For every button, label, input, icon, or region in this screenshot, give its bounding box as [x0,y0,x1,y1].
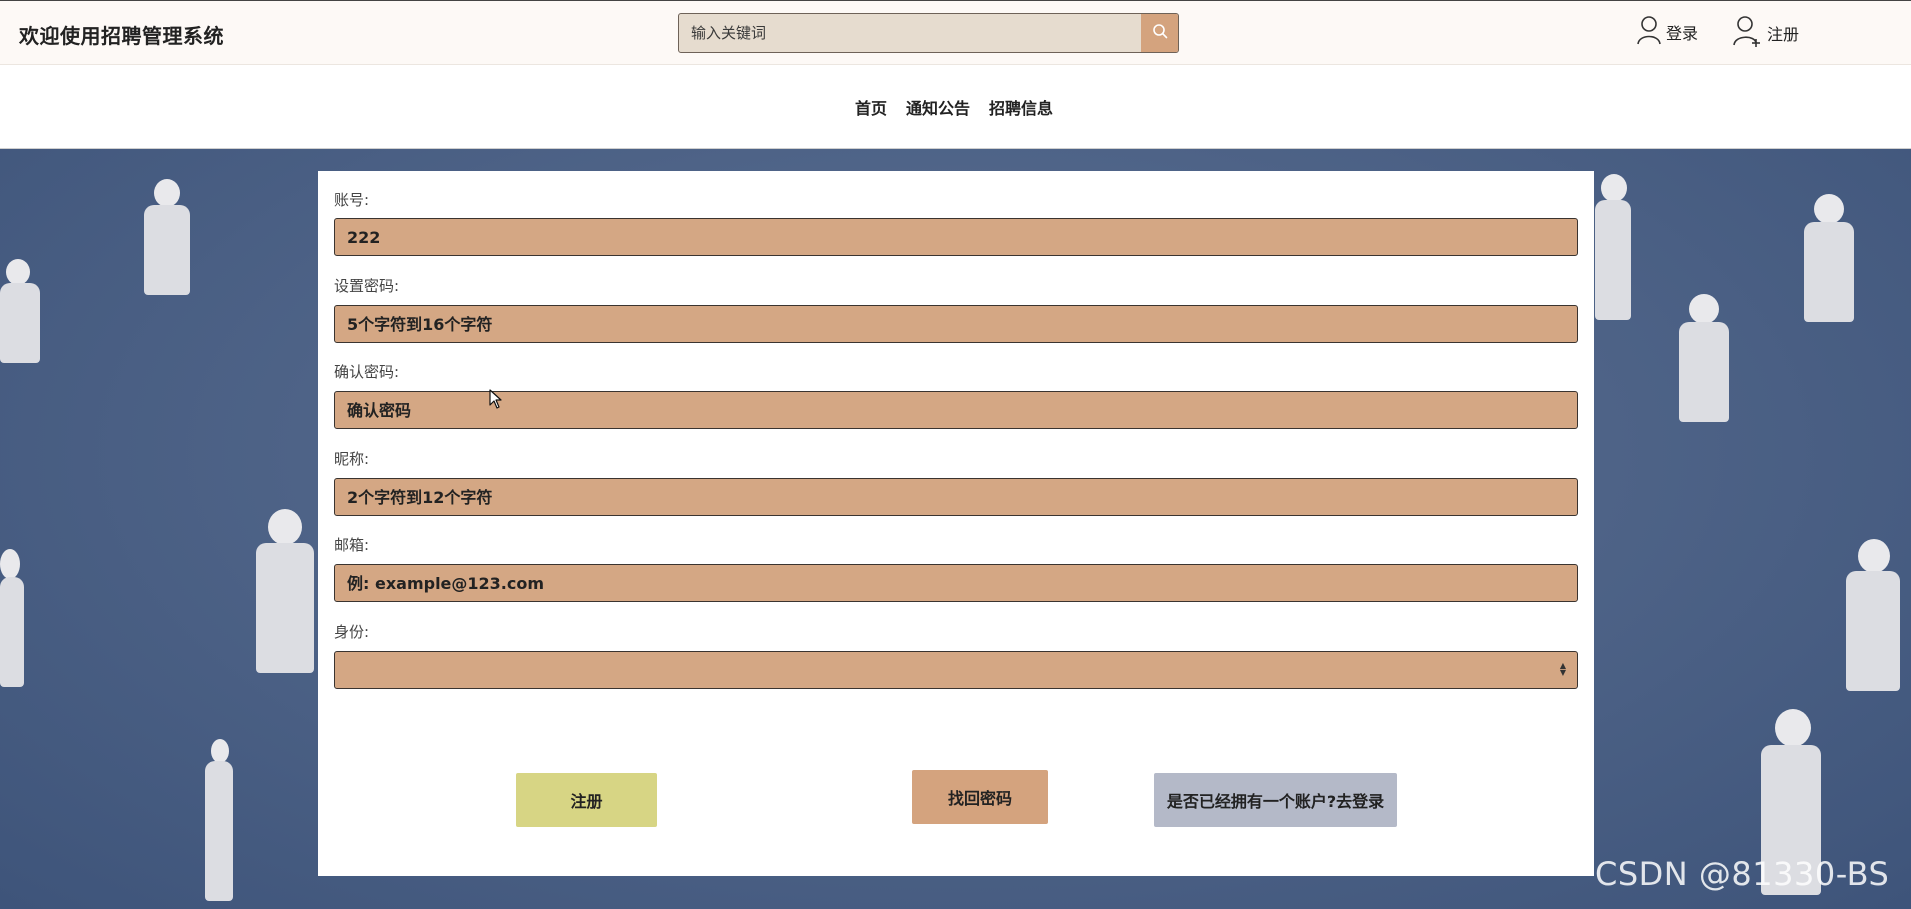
account-input[interactable] [334,218,1578,256]
nickname-label: 昵称: [334,450,370,468]
identity-select[interactable] [334,651,1578,689]
confirm-password-input[interactable] [334,391,1578,429]
register-button[interactable]: 注册 [516,773,657,827]
nickname-input[interactable] [334,478,1578,516]
search-input[interactable] [679,14,1142,52]
site-title: 欢迎使用招聘管理系统 [19,24,224,48]
goto-login-button[interactable]: 是否已经拥有一个账户?去登录 [1154,773,1397,827]
search-icon [1152,23,1168,43]
register-link[interactable]: 注册 [1733,15,1799,51]
nav-item-notices[interactable]: 通知公告 [906,95,970,119]
register-label: 注册 [1767,25,1800,44]
password-input[interactable] [334,305,1578,343]
confirm-password-label: 确认密码: [334,363,400,381]
nav-item-jobs[interactable]: 招聘信息 [989,95,1053,119]
add-user-icon [1733,15,1763,51]
account-label: 账号: [334,191,370,209]
password-label: 设置密码: [334,277,400,295]
email-input[interactable] [334,564,1578,602]
email-label: 邮箱: [334,536,370,554]
main-nav: 首页 通知公告 招聘信息 [0,65,1911,149]
login-link[interactable]: 登录 [1636,15,1698,49]
nav-items: 首页 通知公告 招聘信息 [855,95,1053,119]
search-button[interactable] [1141,14,1178,52]
top-header: 欢迎使用招聘管理系统 登录 [0,0,1911,65]
search-box [678,13,1179,53]
identity-select-wrap: ▲ ▼ [334,651,1578,689]
login-label: 登录 [1666,24,1699,43]
recover-password-button[interactable]: 找回密码 [912,770,1048,824]
identity-label: 身份: [334,623,370,641]
mouse-cursor-icon [489,389,503,413]
register-form: 账号: 设置密码: 确认密码: 昵称: 邮箱: 身份: ▲▼ 注册 找回密码 是… [318,171,1594,876]
watermark: CSDN @81330-BS [1595,855,1890,893]
app-root: 欢迎使用招聘管理系统 登录 [0,0,1911,909]
nav-item-home[interactable]: 首页 [855,95,887,119]
user-icon [1636,15,1662,49]
